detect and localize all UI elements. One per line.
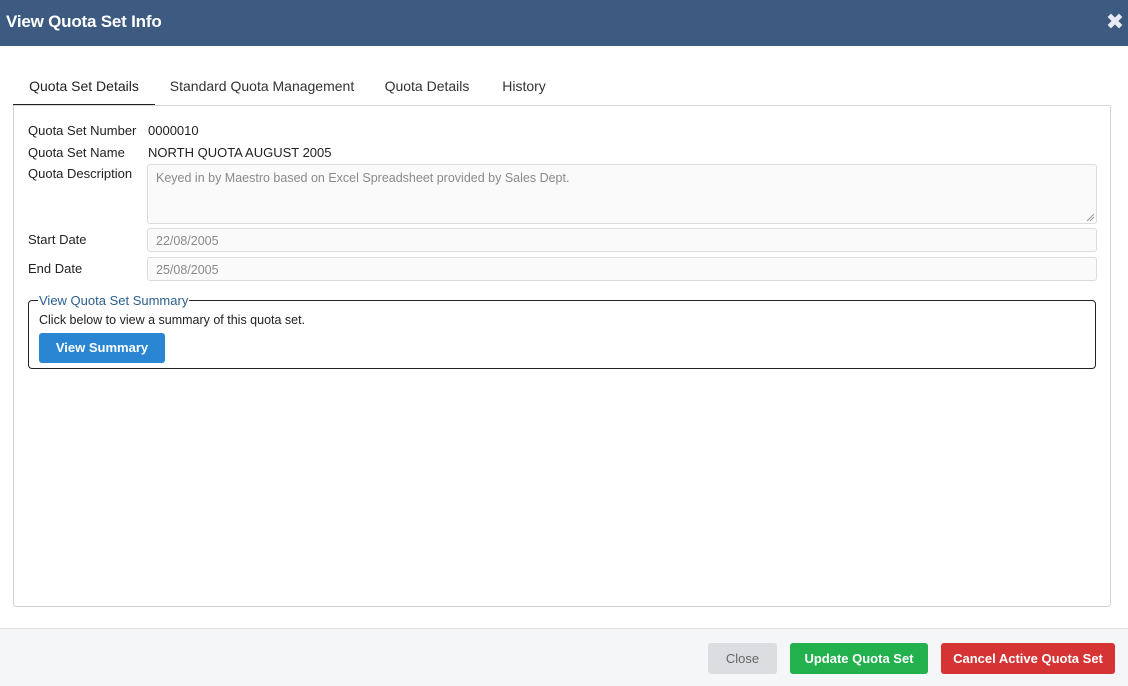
- quota-set-name-label: Quota Set Name: [28, 145, 125, 160]
- quota-set-number-label: Quota Set Number: [28, 123, 137, 138]
- tab-standard-quota-management[interactable]: Standard Quota Management: [169, 66, 355, 106]
- tab-quota-details[interactable]: Quota Details: [383, 66, 471, 106]
- quota-set-name-value: NORTH QUOTA AUGUST 2005: [148, 145, 332, 160]
- view-summary-button[interactable]: View Summary: [39, 333, 165, 363]
- cancel-active-quota-set-button[interactable]: Cancel Active Quota Set: [941, 643, 1115, 674]
- summary-fieldset: [28, 300, 1096, 369]
- end-date-label: End Date: [28, 261, 83, 276]
- dialog-title: View Quota Set Info: [6, 12, 162, 31]
- resize-grip-icon[interactable]: [1086, 213, 1094, 221]
- summary-instructions: Click below to view a summary of this qu…: [39, 313, 306, 327]
- quota-description-label: Quota Description: [28, 166, 133, 181]
- close-icon[interactable]: ✖: [1104, 11, 1126, 33]
- quota-description-text: Keyed in by Maestro based on Excel Sprea…: [156, 171, 570, 185]
- end-date-field[interactable]: 25/08/2005: [147, 257, 1097, 281]
- tab-history[interactable]: History: [499, 66, 549, 106]
- tab-quota-set-details[interactable]: Quota Set Details: [13, 66, 155, 106]
- tab-bar: Quota Set Details Standard Quota Managem…: [13, 66, 1111, 107]
- quota-set-number-value: 0000010: [148, 123, 199, 138]
- dialog-titlebar: View Quota Set Info ✖: [0, 0, 1128, 46]
- start-date-field[interactable]: 22/08/2005: [147, 228, 1097, 252]
- summary-legend: View Quota Set Summary: [38, 293, 190, 308]
- quota-description-field[interactable]: Keyed in by Maestro based on Excel Sprea…: [147, 164, 1097, 224]
- update-quota-set-button[interactable]: Update Quota Set: [790, 643, 928, 674]
- close-button[interactable]: Close: [708, 643, 777, 674]
- start-date-label: Start Date: [28, 232, 87, 247]
